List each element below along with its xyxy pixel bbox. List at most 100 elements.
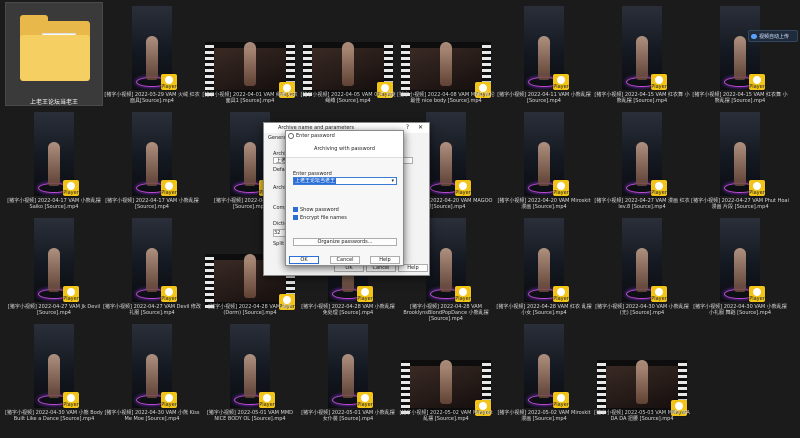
video-caption: [猪字小视频] 2022-04-30 VAM 小熊 Kiss Me Moe [S… — [104, 410, 200, 422]
video-caption: [猪字小视频] 2022-04-17 VAM 小熊乱摆 [Source].mp4 — [105, 198, 199, 210]
video-tile[interactable]: Player [猪字小视频] 2022-05-01 VAM MMD NICE BO… — [201, 320, 299, 424]
video-caption: [猪字小视频] 2022-04-27 VAM Phut Hoai 漫画 片段 [… — [691, 198, 789, 210]
player-badge-icon: Player — [749, 180, 765, 196]
password-dialog: Enter password Archiving with password E… — [285, 130, 404, 266]
video-caption: [猪字小视频] 2022-04-11 VAM 小熊乱摆 [Source].mp4 — [497, 92, 591, 104]
player-badge-icon: Player — [161, 286, 177, 302]
video-tile[interactable]: Player [猪字小视频] 2022-05-03 VAM MMD WA DA D… — [593, 320, 691, 424]
video-tile[interactable]: Player [猪字小视频] 2022-04-30 VAM 小熊 Body Bui… — [5, 320, 103, 424]
player-badge-icon: Player — [651, 74, 667, 90]
video-tile[interactable]: Player [猪字小视频] 2022-04-15 VAM 红衣舞 小熊乱摆 [S… — [593, 2, 691, 106]
video-caption: [猪字小视频] 2022-05-02 VAM Miroskit 乱摆 [Sour… — [399, 410, 493, 422]
film-strip-icon — [401, 42, 410, 96]
player-badge-icon: Player — [749, 74, 765, 90]
film-strip-icon — [205, 254, 214, 308]
video-tile[interactable]: Player [猪字小视频] 2022-04-11 VAM 小熊乱摆 [Sourc… — [495, 2, 593, 106]
folder-label: 上老王论坛当老王 — [29, 99, 78, 106]
video-caption: [猪字小视频] 2022-04-20 VAM Miroskit 漫画 [Sour… — [497, 198, 591, 210]
video-tile[interactable]: Player [猪字小视频] 2022-04-27 VAM Devil 修改礼服 … — [103, 214, 201, 318]
video-caption: [猪字小视频] 2022-04-30 VAM 小熊乱摆 小礼服 舞蹈 [Sour… — [693, 304, 787, 316]
player-badge-icon: Player — [553, 180, 569, 196]
video-tile[interactable]: Player [猪字小视频] 2022-04-17 VAM 小熊乱摆 [Sourc… — [103, 108, 201, 212]
password-dialog-header: Archiving with password — [286, 141, 403, 158]
password-ok-button[interactable]: OK — [289, 256, 319, 264]
video-caption: [猪字小视频] 2022-05-02 VAM Miroskit 漫画 [Sour… — [497, 410, 591, 422]
player-badge-icon: Player — [63, 392, 79, 408]
video-caption: [猪字小视频] 2022-04-01 VAM 绳缚 红衣面具1 [Source]… — [202, 92, 298, 104]
player-badge-icon: Player — [357, 392, 373, 408]
password-dialog-icon — [288, 133, 294, 139]
password-input[interactable]: 上老王论坛当老王 ▾ — [293, 177, 397, 185]
help-icon[interactable]: ? — [406, 123, 409, 133]
video-tile[interactable]: Player [猪字小视频] 2022-04-30 VAM 小熊 Kiss Me … — [103, 320, 201, 424]
video-caption: [猪字小视频] 2022-04-15 VAM 红衣舞 小熊乱摆 [Source]… — [594, 92, 690, 104]
video-caption: [猪字小视频] 2022-04-17 VAM 小熊乱摆 Saiko [Sourc… — [7, 198, 101, 210]
chevron-down-icon[interactable]: ▾ — [391, 178, 394, 185]
video-caption: [猪字小视频] 2022-04-15 VAM 红衣舞 小熊乱摆 [Source]… — [692, 92, 788, 104]
player-badge-icon: Player — [63, 180, 79, 196]
video-caption: [猪字小视频] 2022-04-30 VAM 小熊 Body Built Lik… — [5, 410, 103, 422]
video-tile[interactable]: Player [猪字小视频] 2022-04-27 VAM Jk Devil [S… — [5, 214, 103, 318]
show-password-label: Show password — [300, 207, 339, 213]
player-badge-icon: Player — [749, 286, 765, 302]
video-tile[interactable]: Player [猪字小视频] 2022-05-01 VAM 小熊乱摆 女仆装 [S… — [299, 320, 397, 424]
film-strip-icon — [205, 42, 214, 96]
player-badge-icon: Player — [259, 392, 275, 408]
folder-tile[interactable]: 上老王论坛当老王 — [5, 2, 103, 106]
video-caption: [猪字小视频] 2022-04-28 VAM 红衣 乱摆 小女 [Source]… — [496, 304, 592, 316]
player-badge-icon: Player — [455, 180, 471, 196]
player-badge-icon: Player — [651, 180, 667, 196]
video-tile[interactable]: Player [猪字小视频] 2022-04-08 VAM MMD 乱伦最佳 ni… — [397, 2, 495, 106]
video-caption: [猪字小视频] 2022-04-28 VAM 黑丝(Dorm) [Source]… — [208, 304, 292, 316]
player-badge-icon: Player — [553, 74, 569, 90]
video-tile[interactable]: Player [猪字小视频] 2022-04-15 VAM 红衣舞 小熊乱摆 [S… — [691, 2, 789, 106]
player-badge-icon: Player — [553, 286, 569, 302]
show-password-checkbox[interactable]: Show password — [293, 207, 339, 213]
video-tile[interactable]: Player [猪字小视频] 2022-04-30 VAM 小熊乱摆 小礼服 舞蹈… — [691, 214, 789, 318]
film-strip-icon — [597, 360, 606, 414]
player-badge-icon: Player — [553, 392, 569, 408]
player-badge-icon: Player — [161, 74, 177, 90]
player-badge-icon: Player — [357, 286, 373, 302]
film-strip-icon — [401, 360, 410, 414]
video-tile[interactable]: Player [猪字小视频] 2022-04-27 VAM 漫画 红衣 lev.8… — [593, 108, 691, 212]
video-tile[interactable]: Player [猪字小视频] 2022-04-28 VAM 红衣 乱摆 小女 [S… — [495, 214, 593, 318]
encrypt-names-label: Encrypt file names — [300, 215, 347, 221]
film-strip-icon — [303, 42, 312, 96]
video-caption: [猪字小视频] 2022-04-05 VAM 0 可 回旋 绳缚 [Source… — [300, 92, 396, 104]
folder-icon — [20, 13, 90, 81]
video-caption: [猪字小视频] 2022-04-30 VAM 小熊乱摆 (无) [Source]… — [595, 304, 689, 316]
video-tile[interactable]: Player [猪字小视频] 2022-05-02 VAM Miroskit 漫画… — [495, 320, 593, 424]
video-caption: [猪字小视频] 2022-04-27 VAM Devil 修改礼服 [Sourc… — [103, 304, 201, 316]
video-tile[interactable]: Player [猪字小视频] 2022-04-30 VAM 小熊乱摆 (无) [S… — [593, 214, 691, 318]
player-badge-icon: Player — [651, 286, 667, 302]
cloud-upload-icon — [751, 34, 757, 39]
player-badge-icon: Player — [63, 286, 79, 302]
video-caption: [猪字小视频] 2022-04-27 VAM 漫画 红衣 lev.8 [Sour… — [594, 198, 690, 210]
video-caption: [猪字小视频] 2022-04-08 VAM MMD 乱伦最佳 nice bod… — [397, 92, 495, 104]
video-caption: [猪字小视频] 2022-04-28 VAM 小熊乱摆 免处理 [Source]… — [301, 304, 395, 316]
video-caption: [猪字小视频] 2022-04-27 VAM Jk Devil [Source]… — [7, 304, 101, 316]
video-caption: [猪字小视频] 2022-03-29 VAM 火绒 红衣面具[Source].m… — [104, 92, 200, 104]
video-caption: [猪字小视频] 2022-05-01 VAM 小熊乱摆 女仆装 [Source]… — [301, 410, 395, 422]
video-tile[interactable]: Player [猪字小视频] 2022-04-17 VAM 小熊乱摆 Saiko … — [5, 108, 103, 212]
player-badge-icon: Player — [455, 286, 471, 302]
password-cancel-button[interactable]: Cancel — [330, 256, 360, 264]
video-tile[interactable]: Player [猪字小视频] 2022-05-02 VAM Miroskit 乱摆… — [397, 320, 495, 424]
video-tile[interactable]: Player [猪字小视频] 2022-04-05 VAM 0 可 回旋 绳缚 [… — [299, 2, 397, 106]
close-icon[interactable]: ✕ — [418, 123, 423, 133]
player-badge-icon: Player — [161, 180, 177, 196]
password-dialog-title: Enter password — [296, 133, 335, 139]
upload-button[interactable]: 视频自动上传 — [748, 30, 798, 42]
password-value: 上老王论坛当老王 — [294, 178, 337, 184]
video-tile[interactable]: Player [猪字小视频] 2022-04-01 VAM 绳缚 红衣面具1 [S… — [201, 2, 299, 106]
upload-label: 视频自动上传 — [759, 34, 790, 40]
encrypt-names-checkbox[interactable]: Encrypt file names — [293, 215, 347, 221]
organize-passwords-button[interactable]: Organize passwords... — [293, 238, 397, 246]
video-tile[interactable]: Player [猪字小视频] 2022-04-20 VAM Miroskit 漫画… — [495, 108, 593, 212]
player-badge-icon: Player — [161, 392, 177, 408]
video-caption: [猪字小视频] 2022-05-03 VAM MMD WA DA DA 扭腰 [… — [594, 410, 690, 422]
video-tile[interactable]: Player [猪字小视频] 2022-03-29 VAM 火绒 红衣面具[Sou… — [103, 2, 201, 106]
video-tile[interactable]: Player [猪字小视频] 2022-04-27 VAM Phut Hoai 漫… — [691, 108, 789, 212]
password-help-button[interactable]: Help — [370, 256, 400, 264]
